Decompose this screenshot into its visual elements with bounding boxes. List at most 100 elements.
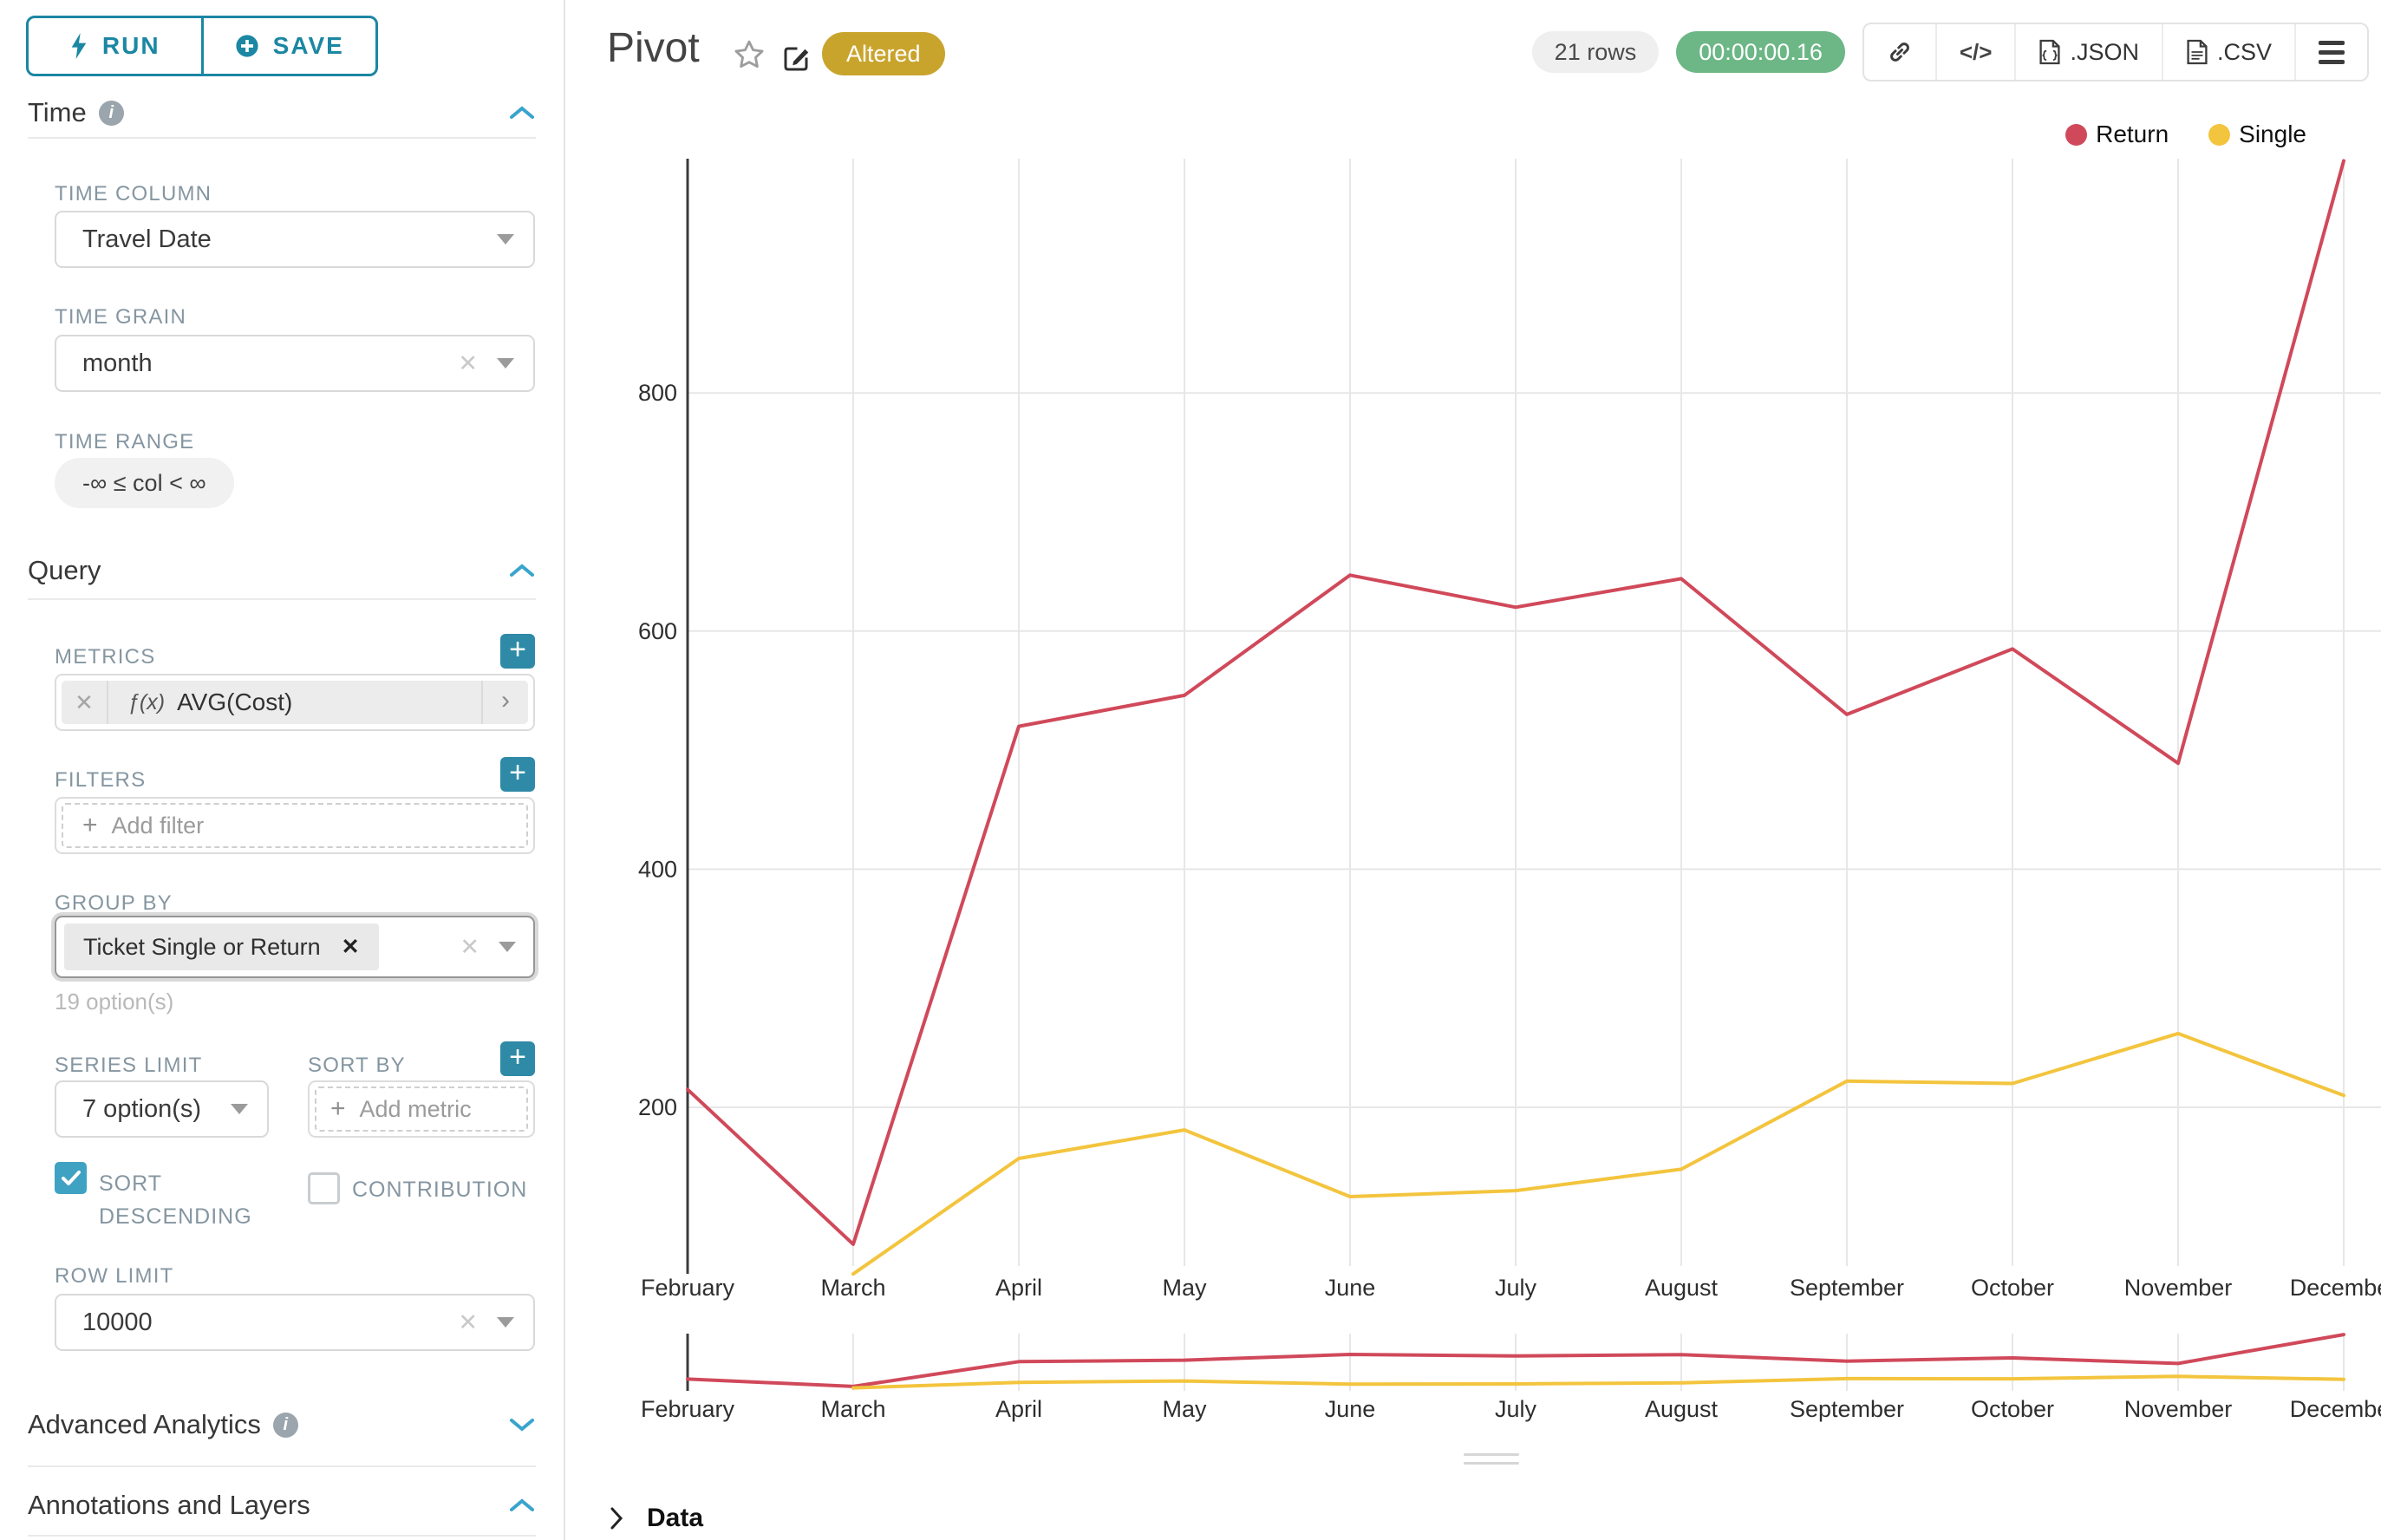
brush-x-axis-label-may: May [1162,1396,1207,1422]
save-button[interactable]: SAVE [201,18,376,74]
plus-icon [330,1094,346,1124]
bolt-icon [69,33,88,59]
export-json-button[interactable]: .JSON [2016,24,2163,80]
group-by-tag-label: Ticket Single or Return [83,934,321,961]
time-section-title: Time [28,97,87,128]
edit-icon[interactable] [780,43,812,75]
metrics-label: METRICS [55,645,155,669]
group-by-tag: Ticket Single or Return [64,923,379,970]
series-line-single[interactable] [853,1034,2344,1274]
brush-x-axis-label-december: December [2290,1396,2381,1422]
clear-icon[interactable] [458,1311,478,1334]
y-axis-tick-800: 800 [638,380,677,406]
row-count-label: 21 rows [1555,39,1637,66]
group-by-label: GROUP BY [55,891,173,916]
advanced-analytics-title: Advanced Analytics [28,1409,261,1440]
time-grain-select[interactable]: month [55,335,535,392]
row-limit-select[interactable]: 10000 [55,1294,535,1351]
annotations-title: Annotations and Layers [28,1490,310,1521]
series-limit-label: SERIES LIMIT [55,1054,202,1078]
x-axis-label-december: December [2290,1275,2381,1301]
x-axis-label-february: February [641,1275,735,1301]
annotations-header[interactable]: Annotations and Layers [28,1490,536,1521]
info-icon[interactable] [273,1413,298,1438]
brush-x-axis-label-june: June [1325,1396,1376,1422]
chevron-up-icon[interactable] [508,1497,536,1514]
brush-x-axis-label-october: October [1971,1396,2054,1422]
range-brush[interactable] [688,1328,2381,1396]
altered-badge-label: Altered [846,41,921,68]
brush-x-axis-label-march: March [820,1396,885,1422]
chevron-right-icon[interactable] [481,681,528,724]
series-limit-select[interactable]: 7 option(s) [55,1080,269,1138]
save-button-label: SAVE [273,32,344,60]
chevron-up-icon[interactable] [508,562,536,579]
export-json-label: .JSON [2070,39,2139,66]
chevron-up-icon[interactable] [508,104,536,121]
altered-badge[interactable]: Altered [822,32,945,75]
metric-pill[interactable]: ƒ(x) AVG(Cost) [62,681,528,724]
contribution-label: CONTRIBUTION [352,1178,527,1203]
add-metric-button[interactable] [500,634,535,669]
contribution-checkbox[interactable] [308,1172,340,1204]
info-icon[interactable] [99,101,124,126]
clear-icon[interactable] [460,936,479,959]
json-file-icon [2039,38,2061,66]
chevron-down-icon [499,942,516,952]
run-button[interactable]: RUN [29,18,201,74]
time-column-value: Travel Date [82,225,212,254]
group-by-select[interactable]: Ticket Single or Return [55,916,535,978]
remove-tag-icon[interactable] [342,934,360,960]
chart-toolbar: 21 rows 00:00:00.16 .JSON [1532,23,2369,82]
query-section-header[interactable]: Query [28,555,536,586]
divider [28,1465,536,1467]
data-panel-toggle[interactable]: Data [609,1504,703,1533]
divider [28,598,536,600]
chevron-down-icon [231,1104,248,1114]
metric-value: AVG(Cost) [177,688,292,716]
sort-by-label: SORT BY [308,1054,406,1078]
data-panel-label: Data [647,1504,703,1533]
time-section-header[interactable]: Time [28,97,536,128]
remove-metric-icon[interactable] [62,681,108,724]
chart-menu-button[interactable] [2296,24,2367,80]
chevron-down-icon[interactable] [508,1416,536,1433]
menu-icon [2319,41,2345,64]
x-axis-label-october: October [1971,1275,2054,1301]
brush-x-axis-label-april: April [995,1396,1042,1422]
brush-x-axis-label-september: September [1790,1396,1904,1422]
query-timer-label: 00:00:00.16 [1699,39,1823,66]
time-range-pill[interactable]: -∞ ≤ col < ∞ [55,458,234,508]
embed-code-button[interactable] [1937,24,2017,80]
x-axis-label-may: May [1162,1275,1207,1301]
filters-field: Add filter [55,797,535,854]
run-save-button-group: RUN SAVE [26,16,378,76]
add-sort-metric-button[interactable] [500,1041,535,1076]
advanced-analytics-header[interactable]: Advanced Analytics [28,1409,536,1440]
chevron-down-icon [497,234,514,245]
query-timer-badge: 00:00:00.16 [1676,31,1845,73]
link-icon [1887,39,1913,65]
add-sort-metric-dropzone[interactable]: Add metric [315,1086,528,1132]
resize-drag-handle[interactable] [1464,1453,1519,1471]
clear-icon[interactable] [458,352,478,375]
time-grain-label: TIME GRAIN [55,305,186,330]
csv-file-icon [2186,38,2208,66]
check-icon [61,1170,82,1187]
share-link-button[interactable] [1864,24,1937,80]
add-filter-dropzone[interactable]: Add filter [62,803,528,848]
code-icon [1960,39,1993,66]
brush-x-axis-label-february: February [641,1396,735,1422]
favorite-star-icon[interactable] [733,38,766,71]
metrics-field: ƒ(x) AVG(Cost) [55,674,535,731]
x-axis-label-august: August [1645,1275,1719,1301]
add-filter-button[interactable] [500,757,535,792]
y-axis-tick-400: 400 [638,856,677,882]
export-csv-button[interactable]: .CSV [2163,24,2296,80]
plus-circle-icon [235,34,259,58]
time-column-select[interactable]: Travel Date [55,211,535,268]
x-axis-label-march: March [820,1275,885,1301]
filters-label: FILTERS [55,768,146,793]
row-count-badge: 21 rows [1532,31,1660,73]
sort-descending-checkbox[interactable] [55,1162,87,1194]
